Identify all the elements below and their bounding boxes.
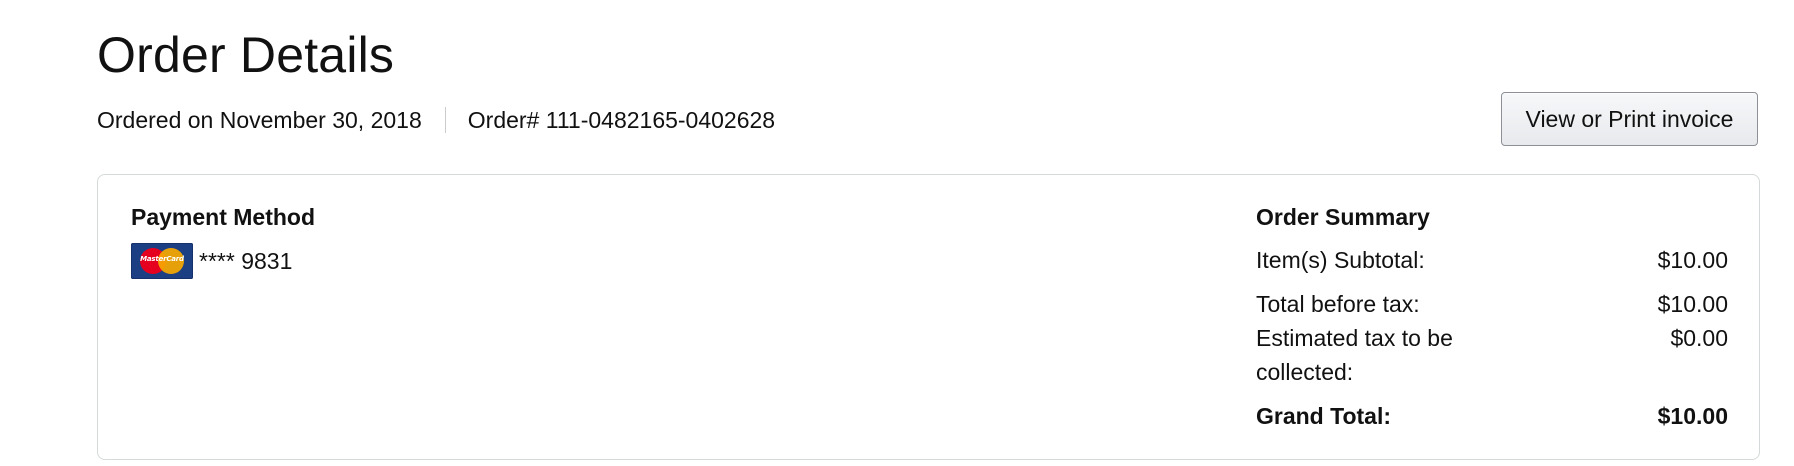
summary-row-grand-total: Grand Total: $10.00 [1256, 399, 1728, 433]
payment-card: MasterCard **** 9831 [131, 242, 292, 280]
summary-label: Item(s) Subtotal: [1256, 247, 1425, 273]
summary-label: Total before tax: [1256, 291, 1420, 317]
summary-value: $0.00 [1670, 325, 1728, 351]
mastercard-icon: MasterCard [131, 243, 193, 279]
order-meta: Ordered on November 30, 2018 Order# 111-… [97, 104, 775, 136]
card-number: **** 9831 [199, 248, 293, 274]
grand-total-value: $10.00 [1657, 403, 1728, 429]
summary-label: Estimated tax to be collected: [1256, 325, 1453, 385]
order-summary-heading: Order Summary [1256, 204, 1430, 230]
summary-value: $10.00 [1657, 291, 1728, 317]
summary-value: $10.00 [1657, 247, 1728, 273]
order-details-box: Payment Method MasterCard **** 9831 Orde… [97, 174, 1760, 460]
summary-row-estimated-tax: Estimated tax to be collected: $0.00 [1256, 321, 1728, 389]
order-number: Order# 111-0482165-0402628 [467, 107, 776, 133]
summary-row-before-tax: Total before tax: $10.00 [1256, 287, 1728, 321]
summary-row-subtotal: Item(s) Subtotal: $10.00 [1256, 243, 1728, 277]
meta-divider [444, 107, 446, 133]
view-print-invoice-button[interactable]: View or Print invoice [1501, 92, 1758, 146]
grand-total-label: Grand Total: [1256, 403, 1392, 429]
order-summary: Order Summary Item(s) Subtotal: $10.00 T… [1256, 201, 1728, 433]
page-title: Order Details [97, 27, 395, 83]
payment-method-heading: Payment Method [131, 204, 316, 230]
order-date: Ordered on November 30, 2018 [97, 107, 422, 133]
card-logo-text: MasterCard [140, 255, 184, 263]
